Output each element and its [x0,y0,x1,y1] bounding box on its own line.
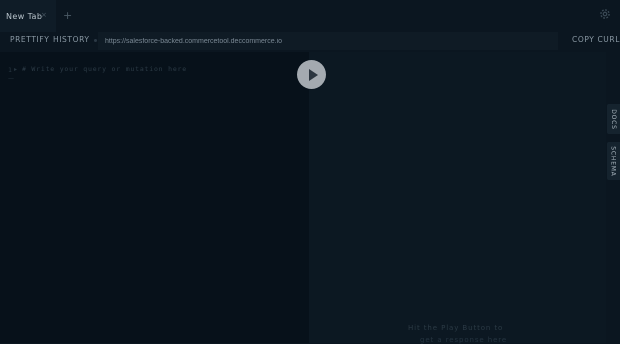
execute-query-button[interactable] [297,60,326,89]
close-icon[interactable]: × [41,11,47,19]
result-panel [309,52,606,343]
line-marker: — [8,75,14,82]
query-editor[interactable]: 1 ▸ # Write your query or mutation here … [0,52,309,343]
play-icon [308,68,318,81]
history-button[interactable]: HISTORY [53,35,90,44]
prettify-button[interactable]: PRETTIFY [10,35,49,44]
plus-icon[interactable]: + [63,9,72,22]
docs-label: DOCS [610,108,618,130]
schema-tab[interactable]: SCHEMA [607,142,620,180]
fold-icon[interactable]: ▸ [14,66,17,73]
line-number: 1 [8,66,12,74]
docs-tab[interactable]: DOCS [607,104,620,134]
tab-bar: New Tab × + [0,0,620,32]
tab-new[interactable]: New Tab [0,0,56,32]
result-hint-line1: Hit the Play Button to [408,324,504,332]
copy-curl-button[interactable]: COPY CURL [572,35,620,44]
url-status-dot [94,39,97,42]
gear-icon[interactable] [598,7,612,21]
code-line: # Write your query or mutation here [22,65,187,73]
endpoint-url-input[interactable] [98,32,558,50]
tab-title: New Tab [6,11,43,21]
toolbar: PRETTIFY HISTORY COPY CURL [0,32,620,50]
schema-label: SCHEMA [610,145,618,177]
